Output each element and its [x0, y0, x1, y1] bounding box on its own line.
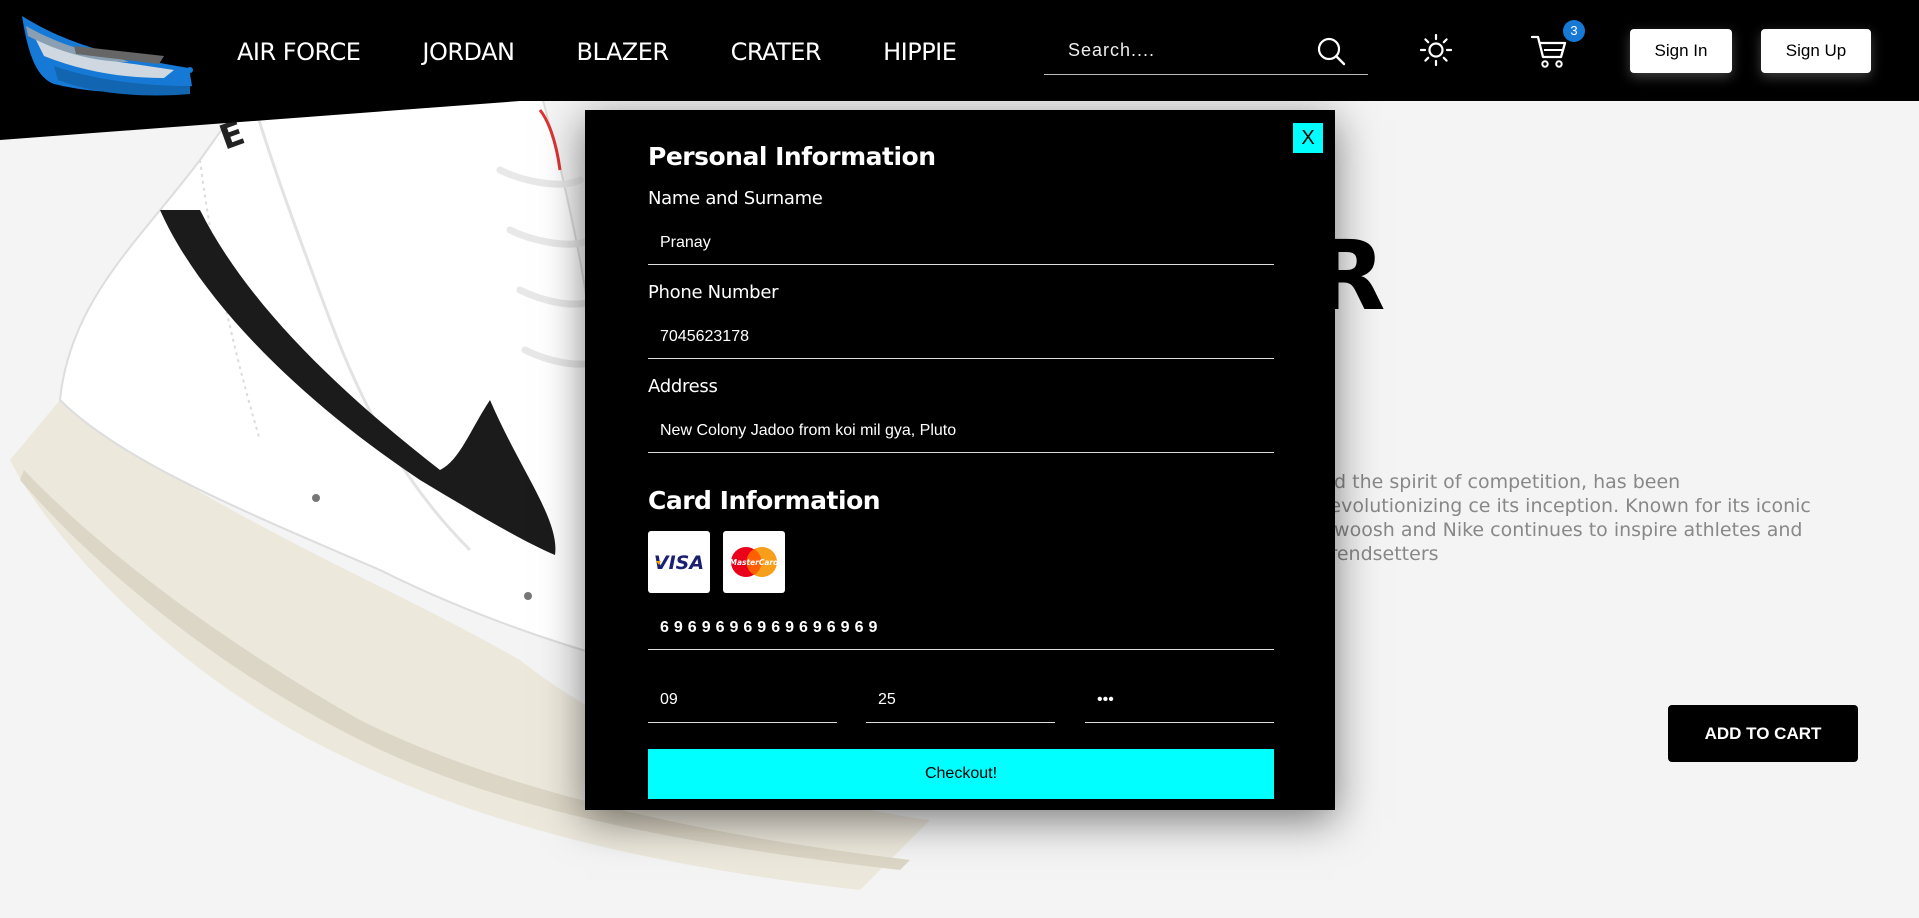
visa-icon[interactable]: VISA [648, 531, 710, 593]
product-description: nd the spirit of competition, has been r… [1322, 471, 1811, 565]
mastercard-icon[interactable]: MasterCard [723, 531, 785, 593]
navbar: AIR FORCE JORDAN BLAZER CRATER HIPPIE Se… [0, 0, 1919, 101]
nav-link-blazer[interactable]: BLAZER [576, 38, 669, 66]
shoe-logo-icon[interactable] [14, 6, 196, 102]
card-info-heading: Card Information [648, 486, 881, 515]
phone-label: Phone Number [648, 282, 779, 303]
name-label: Name and Surname [648, 188, 823, 209]
nav-link-air-force[interactable]: AIR FORCE [237, 38, 361, 66]
nav-link-crater[interactable]: CRATER [731, 38, 822, 66]
search-icon[interactable] [1316, 36, 1346, 66]
visa-label: VISA [654, 552, 704, 574]
sign-in-button[interactable]: Sign In [1630, 29, 1732, 73]
nav-slant-band [0, 98, 560, 140]
cart-icon[interactable] [1530, 33, 1568, 69]
checkout-modal: X Personal Information Name and Surname … [585, 110, 1335, 810]
nav-link-jordan[interactable]: JORDAN [422, 38, 515, 66]
sun-icon[interactable] [1419, 33, 1453, 67]
personal-info-heading: Personal Information [648, 142, 936, 171]
nav-link-hippie[interactable]: HIPPIE [883, 38, 957, 66]
exp-year-input[interactable] [866, 677, 1055, 723]
add-to-cart-button[interactable]: ADD TO CART [1668, 705, 1858, 762]
mastercard-label: MasterCard [730, 558, 780, 567]
cvv-input[interactable] [1085, 677, 1274, 723]
address-label: Address [648, 376, 718, 397]
close-modal-button[interactable]: X [1293, 123, 1323, 153]
card-number-input[interactable] [648, 606, 1274, 650]
cart-count-badge: 3 [1563, 20, 1585, 42]
page: AIR FORCE JORDAN BLAZER CRATER HIPPIE Se… [0, 0, 1919, 918]
name-input[interactable] [648, 221, 1274, 265]
checkout-button[interactable]: Checkout! [648, 749, 1274, 799]
nav-links: AIR FORCE JORDAN BLAZER CRATER HIPPIE [237, 38, 1018, 66]
address-input[interactable] [648, 409, 1274, 453]
phone-input[interactable] [648, 315, 1274, 359]
sign-up-button[interactable]: Sign Up [1761, 29, 1871, 73]
exp-month-input[interactable] [648, 677, 837, 723]
search-input[interactable] [1044, 30, 1314, 70]
search-bar [1044, 30, 1368, 75]
